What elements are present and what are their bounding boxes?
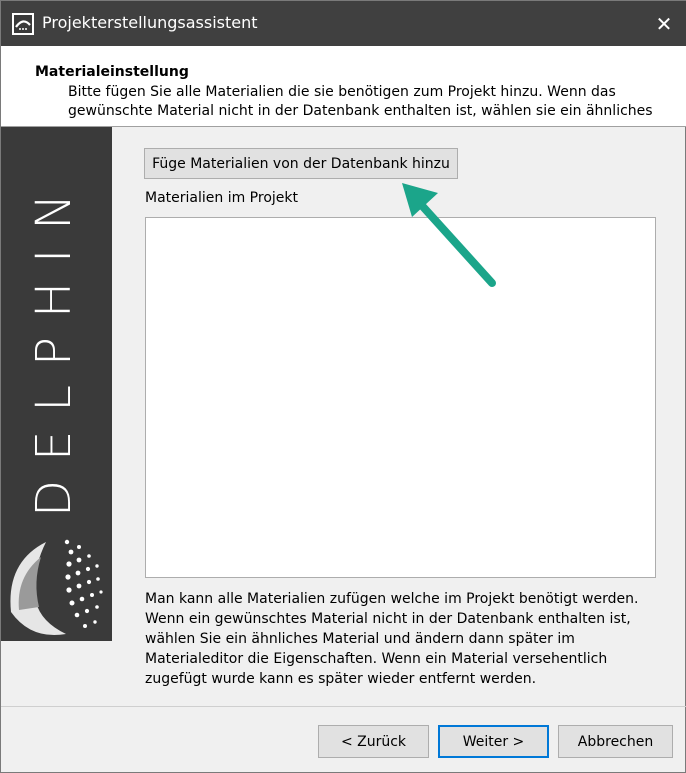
back-button[interactable]: < Zurück [318, 725, 429, 758]
page-title: Materialeinstellung [35, 64, 189, 80]
materials-list-label: Materialien im Projekt [145, 190, 298, 206]
arrow-annotation-icon [402, 183, 496, 287]
cancel-button[interactable]: Abbrechen [558, 725, 673, 758]
close-icon: ✕ [655, 11, 673, 36]
info-text: Man kann alle Materialien zufügen welche… [145, 591, 639, 687]
wizard-header: Materialeinstellung Bitte fügen Sie alle… [1, 46, 686, 127]
page-subtitle: Bitte fügen Sie alle Materialien die sie… [68, 84, 653, 119]
title-bar: Projekterstellungsassistent ✕ [1, 1, 686, 46]
window-title: Projekterstellungsassistent [42, 13, 258, 32]
delphin-logo-icon [10, 539, 103, 636]
next-button[interactable]: Weiter > [438, 725, 549, 758]
wizard-window: Projekterstellungsassistent ✕ Materialei… [0, 0, 686, 773]
close-button[interactable]: ✕ [641, 1, 686, 46]
delphin-brand-text: DELPHIN [26, 174, 82, 517]
footer-divider [1, 706, 686, 707]
brand-sidebar: DELPHIN [1, 127, 112, 641]
add-materials-from-database-button[interactable]: Füge Materialien von der Datenbank hinzu [144, 148, 458, 179]
delphin-app-icon [12, 13, 34, 35]
